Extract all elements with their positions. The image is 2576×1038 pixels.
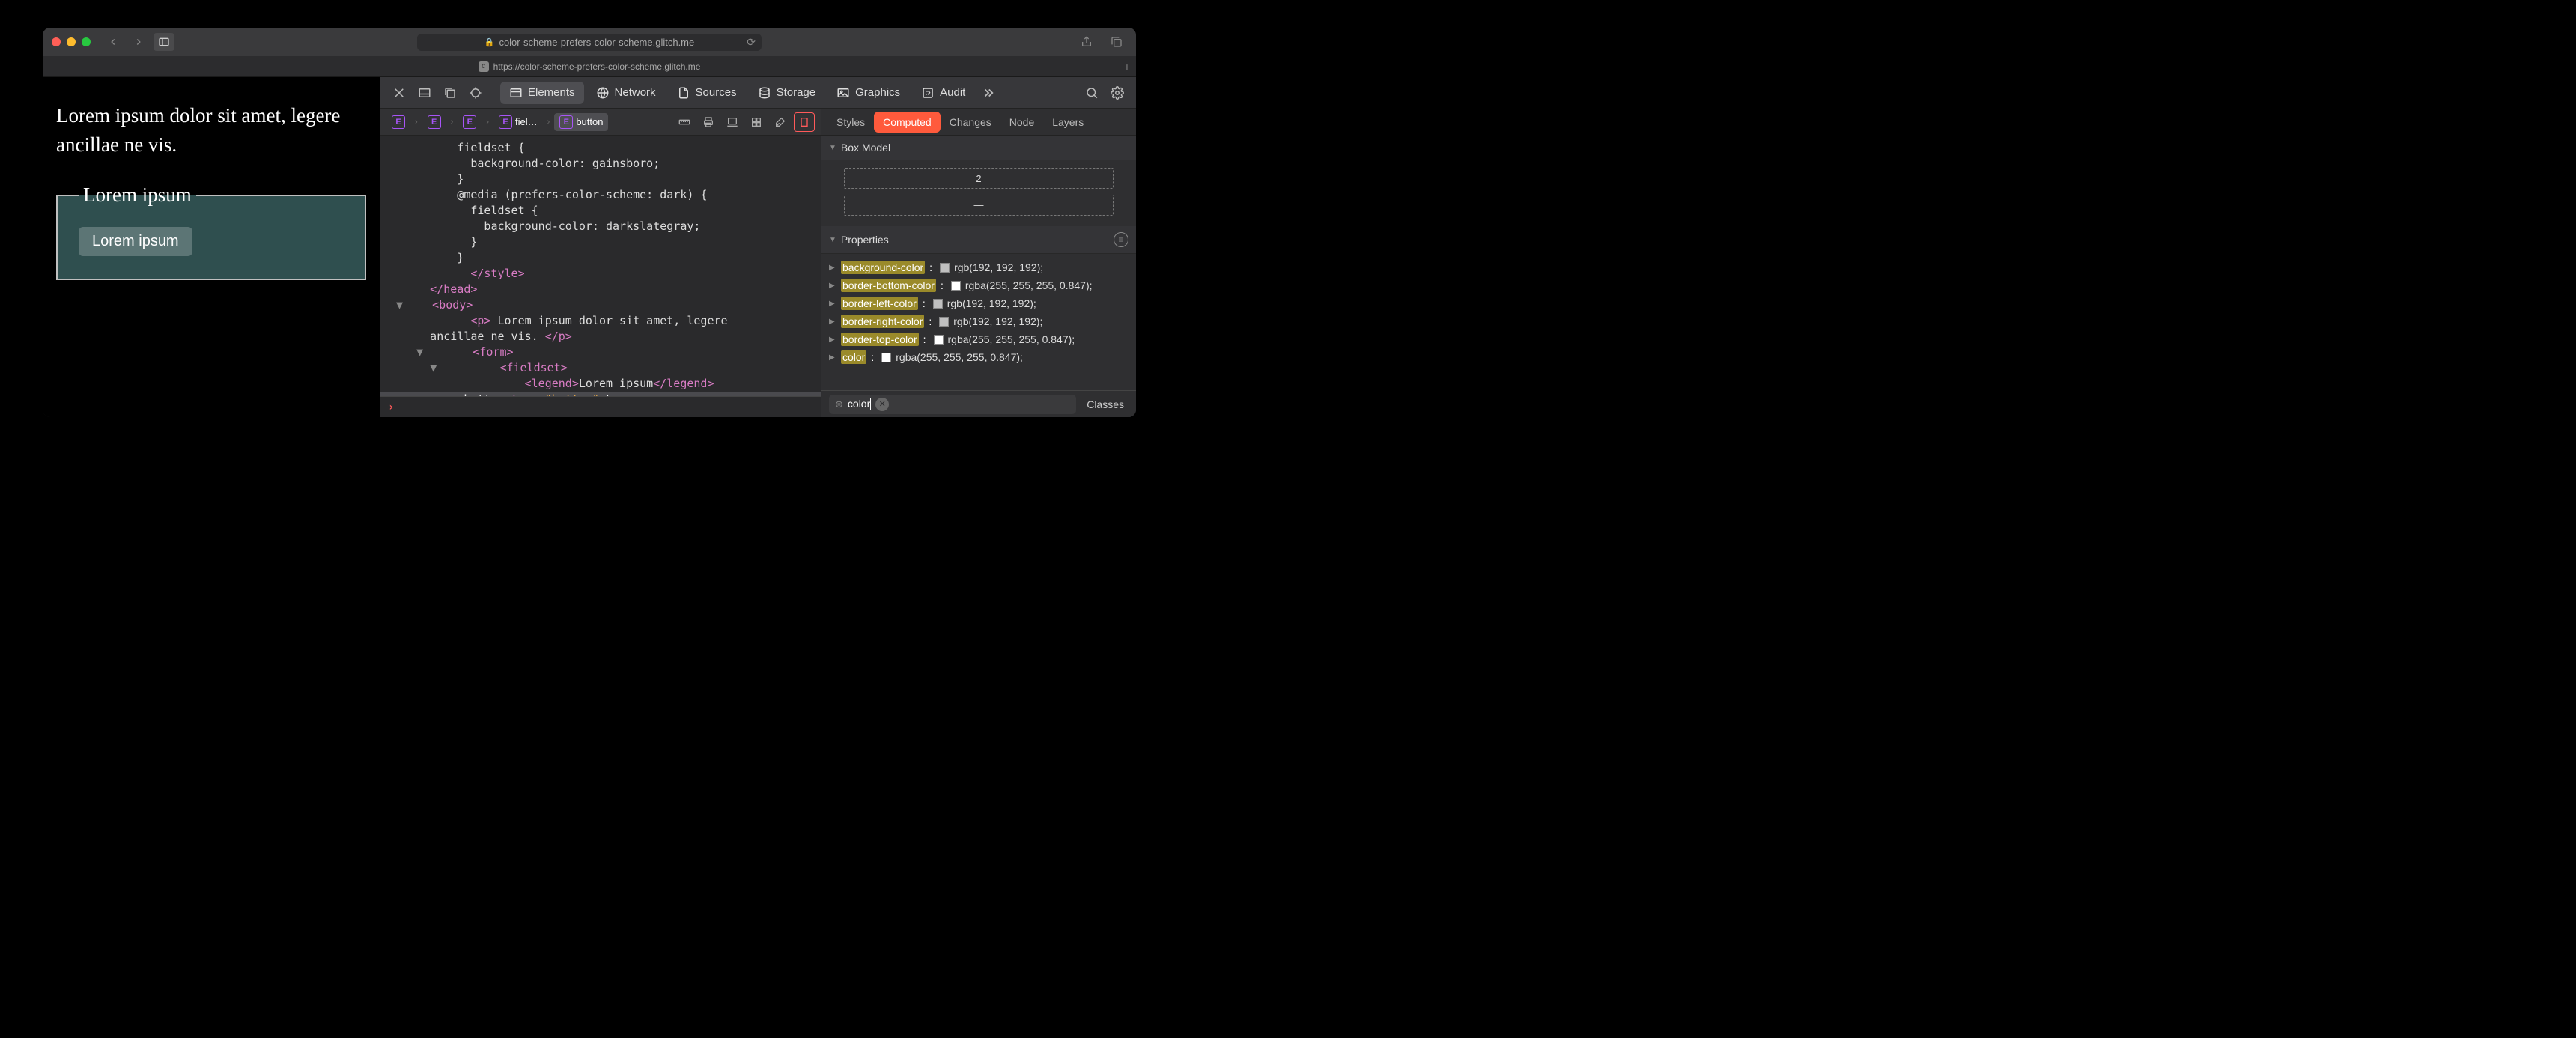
page-fieldset: Lorem ipsum Lorem ipsum <box>56 180 366 280</box>
property-row[interactable]: ▶ border-right-color: rgb(192, 192, 192)… <box>829 312 1128 330</box>
color-swatch[interactable] <box>951 281 961 291</box>
browser-window: 🔒 color-scheme-prefers-color-scheme.glit… <box>43 28 1136 417</box>
fullscreen-window-button[interactable] <box>82 37 91 46</box>
side-tab-changes[interactable]: Changes <box>941 112 1000 133</box>
tab-storage[interactable]: Storage <box>749 82 825 104</box>
clear-filter-button[interactable]: ✕ <box>875 398 889 411</box>
forward-button[interactable] <box>128 33 149 51</box>
color-swatch[interactable] <box>939 317 949 327</box>
box-model-body: 2 — <box>821 160 1136 226</box>
classes-button[interactable]: Classes <box>1082 395 1128 413</box>
tab-network[interactable]: Network <box>587 82 665 104</box>
property-row[interactable]: ▶ color: rgba(255, 255, 255, 0.847); <box>829 348 1128 366</box>
new-tab-button[interactable]: + <box>1124 61 1130 73</box>
disclosure-icon[interactable]: ▼ <box>416 345 425 360</box>
grid-icon[interactable] <box>746 112 767 132</box>
box-model-header[interactable]: ▼ Box Model <box>821 136 1136 160</box>
close-window-button[interactable] <box>52 37 61 46</box>
favicon-icon: c <box>479 61 489 72</box>
print-icon[interactable] <box>698 112 719 132</box>
url-host: color-scheme-prefers-color-scheme.glitch… <box>499 37 694 48</box>
dock-bottom-icon[interactable] <box>413 82 436 104</box>
property-row[interactable]: ▶ border-bottom-color: rgba(255, 255, 25… <box>829 276 1128 294</box>
color-swatch[interactable] <box>881 353 891 362</box>
console-strip[interactable]: › <box>380 396 821 417</box>
reload-button[interactable]: ⟳ <box>747 36 756 49</box>
page-paragraph: Lorem ipsum dolor sit amet, legere ancil… <box>56 101 366 160</box>
back-button[interactable] <box>103 33 124 51</box>
tab-title: https://color-scheme-prefers-color-schem… <box>493 61 701 72</box>
titlebar-right <box>1076 33 1127 51</box>
rendered-page: Lorem ipsum dolor sit amet, legere ancil… <box>43 77 380 417</box>
dock-popout-icon[interactable] <box>439 82 461 104</box>
color-swatch[interactable] <box>940 263 950 273</box>
devtools-tabbar: Elements Network Sources Storage Graphic… <box>380 77 1136 109</box>
styles-side-panel: Styles Computed Changes Node Layers ▼ Bo… <box>821 109 1136 417</box>
properties-header[interactable]: ▼ Properties ≡ <box>821 226 1136 254</box>
properties-list: ▶ background-color: rgb(192, 192, 192); … <box>821 254 1136 390</box>
tab-elements[interactable]: Elements <box>500 82 584 104</box>
minimize-window-button[interactable] <box>67 37 76 46</box>
breadcrumb-item[interactable]: E <box>386 113 410 131</box>
color-swatch[interactable] <box>934 335 944 345</box>
color-swatch[interactable] <box>933 299 943 309</box>
address-bar[interactable]: 🔒 color-scheme-prefers-color-scheme.glit… <box>417 34 762 51</box>
dom-breadcrumb-bar: E › E › E › Efiel… › Ebutton <box>380 109 821 136</box>
titlebar: 🔒 color-scheme-prefers-color-scheme.glit… <box>43 28 1136 56</box>
breadcrumb-item[interactable]: E <box>458 113 482 131</box>
element-picker-icon[interactable] <box>464 82 487 104</box>
device-icon[interactable] <box>722 112 743 132</box>
browser-tab[interactable]: c https://color-scheme-prefers-color-sch… <box>479 61 701 72</box>
side-tab-computed[interactable]: Computed <box>874 112 941 133</box>
share-button[interactable] <box>1076 33 1097 51</box>
tabs-overview-button[interactable] <box>1106 33 1127 51</box>
disclosure-icon: ▼ <box>829 144 836 152</box>
filter-options-icon[interactable]: ≡ <box>1114 232 1128 247</box>
box-model-top[interactable]: 2 <box>844 168 1114 189</box>
page-legend: Lorem ipsum <box>79 180 196 210</box>
tab-audit[interactable]: Audit <box>912 82 974 104</box>
property-row[interactable]: ▶ border-top-color: rgba(255, 255, 255, … <box>829 330 1128 348</box>
dom-tree[interactable]: fieldset { background-color: gainsboro; … <box>380 136 821 396</box>
devtools: Elements Network Sources Storage Graphic… <box>380 77 1136 417</box>
box-model-bottom[interactable]: — <box>844 195 1114 216</box>
property-row[interactable]: ▶ border-left-color: rgb(192, 192, 192); <box>829 294 1128 312</box>
tab-strip: c https://color-scheme-prefers-color-sch… <box>43 56 1136 77</box>
tab-graphics[interactable]: Graphics <box>827 82 909 104</box>
breadcrumb-item[interactable]: E <box>422 113 446 131</box>
devtools-body: E › E › E › Efiel… › Ebutton <box>380 109 1136 417</box>
selected-node[interactable]: <button type="button">Lorem <box>380 392 821 396</box>
property-row[interactable]: ▶ background-color: rgb(192, 192, 192); <box>829 258 1128 276</box>
side-tab-styles[interactable]: Styles <box>827 112 874 133</box>
filter-input-wrap[interactable]: ⊜ color ✕ <box>829 395 1076 414</box>
filter-bar: ⊜ color ✕ Classes <box>821 390 1136 417</box>
traffic-lights <box>52 37 91 46</box>
ruler-icon[interactable] <box>674 112 695 132</box>
paint-icon[interactable] <box>770 112 791 132</box>
dom-panel: E › E › E › Efiel… › Ebutton <box>380 109 821 417</box>
close-devtools-button[interactable] <box>388 82 410 104</box>
breadcrumb-item-active[interactable]: Ebutton <box>554 113 608 131</box>
side-tab-node[interactable]: Node <box>1000 112 1043 133</box>
search-button[interactable] <box>1081 82 1103 104</box>
tabs-overflow-button[interactable] <box>977 82 1000 104</box>
breadcrumb-item[interactable]: Efiel… <box>493 113 543 131</box>
side-tabs: Styles Computed Changes Node Layers <box>821 109 1136 136</box>
filter-icon: ⊜ <box>835 398 843 410</box>
compositing-icon[interactable] <box>794 112 815 132</box>
disclosure-icon: ▼ <box>829 236 836 244</box>
console-prompt-icon: › <box>388 401 394 413</box>
nav-buttons <box>103 33 174 51</box>
content-area: Lorem ipsum dolor sit amet, legere ancil… <box>43 77 1136 417</box>
page-form: Lorem ipsum Lorem ipsum <box>56 180 366 280</box>
sidebar-toggle-button[interactable] <box>154 33 174 51</box>
side-tab-layers[interactable]: Layers <box>1043 112 1093 133</box>
tab-sources[interactable]: Sources <box>668 82 746 104</box>
settings-button[interactable] <box>1106 82 1128 104</box>
page-button[interactable]: Lorem ipsum <box>79 227 192 256</box>
lock-icon: 🔒 <box>484 37 495 47</box>
disclosure-icon[interactable]: ▼ <box>430 360 439 376</box>
disclosure-icon[interactable]: ▼ <box>396 297 405 313</box>
